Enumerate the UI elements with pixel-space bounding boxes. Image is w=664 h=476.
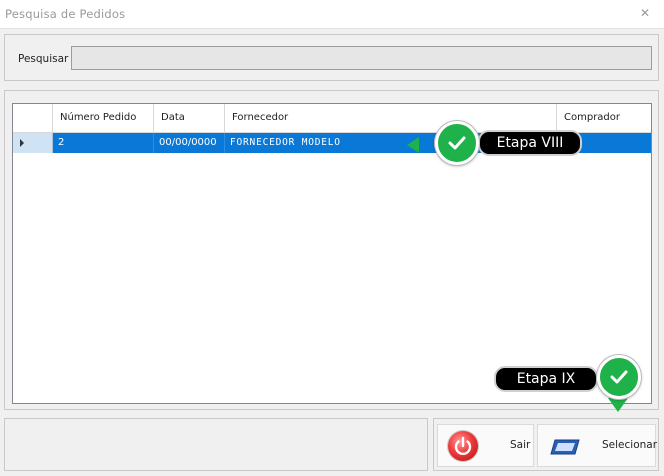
column-header-comprador[interactable]: Comprador [557,104,651,132]
selecionar-button[interactable]: Selecionar [537,424,658,467]
callout-pointer [407,137,419,153]
cell-numero[interactable]: 2 [53,133,154,153]
callout-pointer [608,398,628,412]
callout-step-8: Etapa VIII [478,130,582,156]
close-icon[interactable]: ✕ [638,6,652,20]
bottom-left-panel [4,418,428,471]
title-bar: Pesquisa de Pedidos ✕ [0,0,664,29]
grid-header: Número Pedido Data Fornecedor Comprador [13,104,651,133]
column-header-data[interactable]: Data [154,104,225,132]
window-title: Pesquisa de Pedidos [5,7,126,21]
row-selector[interactable] [13,133,53,153]
column-header-numero[interactable]: Número Pedido [53,104,154,132]
cell-data[interactable]: 00/00/0000 [154,133,225,153]
sair-label: Sair [510,439,531,451]
search-label: Pesquisar [18,53,69,65]
action-buttons-panel: Sair Selecionar [433,418,659,471]
select-window-icon [550,439,580,455]
power-icon [448,431,478,461]
callout-step-9: Etapa IX [494,366,598,392]
row-header-corner [13,104,53,132]
search-panel: Pesquisar [4,34,659,81]
column-header-fornecedor[interactable]: Fornecedor [225,104,557,132]
check-badge-icon [435,121,479,165]
current-row-arrow-icon [20,139,24,147]
search-input[interactable] [71,46,652,70]
check-badge-icon [597,355,641,399]
selecionar-label: Selecionar [602,439,658,451]
sair-button[interactable]: Sair [437,424,534,467]
order-search-window: Pesquisa de Pedidos ✕ Pesquisar Número P… [0,0,664,476]
